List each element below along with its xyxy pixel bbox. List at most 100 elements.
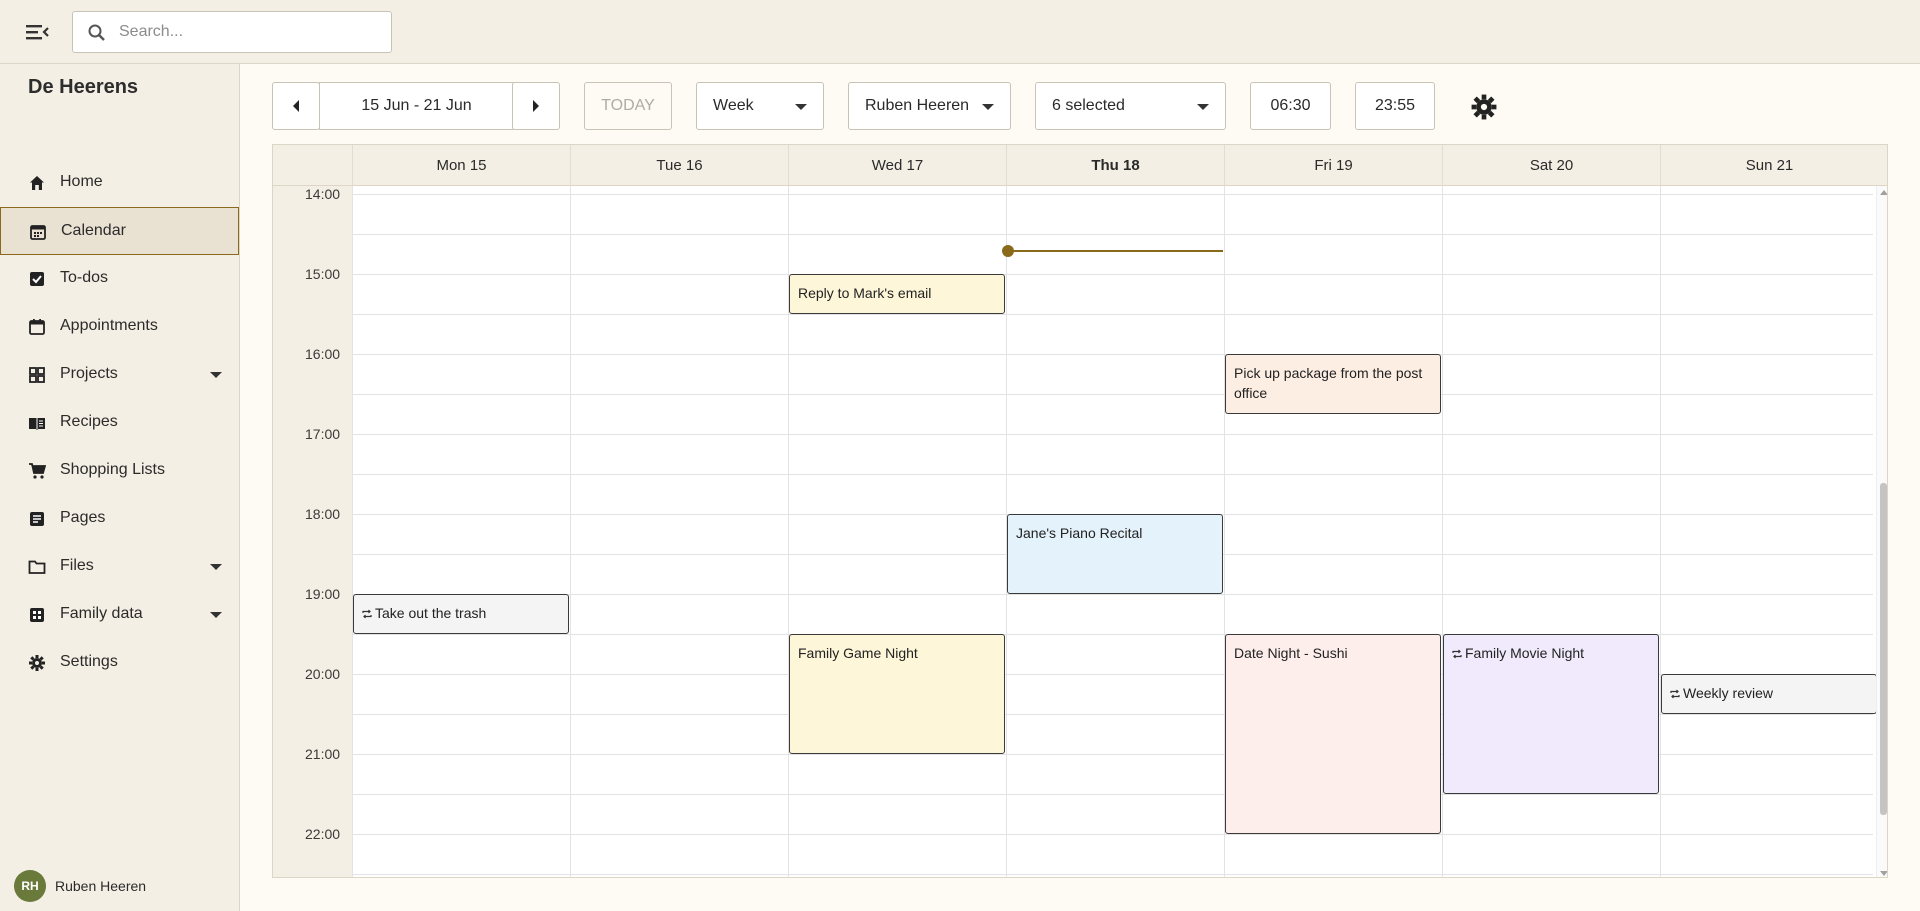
sidebar-item-files[interactable]: Files [0,543,239,591]
day-header-wed[interactable]: Wed 17 [788,145,1006,186]
person-select-value: Ruben Heeren [865,97,970,114]
chevron-down-icon[interactable] [210,564,222,570]
caret-left-icon [293,100,299,112]
date-range-display[interactable]: 15 Jun - 21 Jun [319,82,514,130]
search-box[interactable] [72,11,392,53]
grid-line [352,594,1873,595]
grid-line [352,874,1873,875]
sidebar-item-settings[interactable]: Settings [0,639,239,687]
calendar-event[interactable]: Jane's Piano Recital [1007,514,1223,594]
folder-icon [28,560,46,574]
sidebar-item-label: Appointments [60,317,158,334]
calendar-event[interactable]: Family Movie Night [1443,634,1659,794]
next-week-button[interactable] [512,82,560,130]
event-title: Family Game Night [798,645,918,661]
calendar-event[interactable]: Reply to Mark's email [789,274,1005,314]
grid-line [352,794,1873,795]
grid-line [352,834,1873,835]
grid-line [352,474,1873,475]
chevron-down-icon [982,104,994,110]
checkbox-icon [30,272,44,286]
day-header-mon[interactable]: Mon 15 [352,145,570,186]
sidebar-item-recipes[interactable]: Recipes [0,399,239,447]
home-icon [30,176,44,190]
grid-line [352,194,1873,195]
sidebar-item-family-data[interactable]: Family data [0,591,239,639]
user-profile[interactable]: RH Ruben Heeren [14,870,146,902]
user-name: Ruben Heeren [55,878,147,894]
current-time-indicator [1007,250,1223,252]
scroll-thumb[interactable] [1880,483,1887,815]
sidebar-item-label: Calendar [61,222,126,239]
grid-line [352,434,1873,435]
sidebar-item-label: Pages [60,509,106,526]
calendar-event[interactable]: Date Night - Sushi [1225,634,1441,834]
sidebar-item-label: Shopping Lists [60,461,165,478]
sidebar-item-home[interactable]: Home [0,159,239,207]
chevron-down-icon[interactable] [210,612,222,618]
time-label: 22:00 [305,826,341,842]
today-button[interactable]: TODAY [584,82,672,130]
grid-line [352,274,1873,275]
event-title: Take out the trash [375,605,487,621]
gear-icon [1471,94,1497,120]
day-header-thu[interactable]: Thu 18 [1006,145,1224,186]
sidebar-item-projects[interactable]: Projects [0,351,239,399]
previous-week-button[interactable] [272,82,320,130]
view-select[interactable]: Week [696,82,824,130]
collapse-menu-icon[interactable] [24,20,50,44]
calendar-grid[interactable]: 14:00 15:00 16:00 17:00 18:00 19:00 20:0… [273,186,1887,877]
repeat-icon [1452,644,1462,664]
book-icon [29,418,45,430]
day-header-sun[interactable]: Sun 21 [1660,145,1878,186]
calendar-event[interactable]: Take out the trash [353,594,569,634]
person-select[interactable]: Ruben Heeren [848,82,1011,130]
repeat-icon [362,604,372,624]
top-bar [0,0,1920,64]
time-label: 17:00 [305,426,341,442]
calendar-blank-icon [29,319,45,335]
calendar-event[interactable]: Pick up package from the post office [1225,354,1441,414]
sidebar-item-label: To-dos [60,269,109,286]
sidebar-item-todos[interactable]: To-dos [0,255,239,303]
start-time-input[interactable]: 06:30 [1250,82,1331,130]
sidebar-item-appointments[interactable]: Appointments [0,303,239,351]
time-label: 14:00 [305,186,341,202]
calendar-settings-button[interactable] [1470,93,1498,121]
chevron-down-icon[interactable] [210,372,222,378]
time-gutter: 14:00 15:00 16:00 17:00 18:00 19:00 20:0… [273,186,352,877]
calendars-select[interactable]: 6 selected [1035,82,1226,130]
chevron-down-icon [795,104,807,110]
day-header-tue[interactable]: Tue 16 [570,145,788,186]
day-header-fri[interactable]: Fri 19 [1224,145,1442,186]
calendar-event[interactable]: Weekly review [1661,674,1877,714]
end-time-input[interactable]: 23:55 [1355,82,1435,130]
sidebar-item-label: Family data [60,605,143,622]
chevron-down-icon [1197,104,1209,110]
column-line [352,186,353,877]
grid-line [352,354,1873,355]
calendar-scrollbar[interactable] [1876,186,1887,877]
time-label: 18:00 [305,506,341,522]
day-header-sat[interactable]: Sat 20 [1442,145,1660,186]
scroll-up-icon[interactable] [1880,190,1887,195]
view-select-value: Week [713,97,754,114]
sidebar-item-calendar[interactable]: Calendar [0,207,239,255]
search-input[interactable] [119,20,379,44]
sidebar-item-label: Projects [60,365,118,382]
scroll-down-icon[interactable] [1880,871,1887,876]
grid-line [352,394,1873,395]
grid-line [352,314,1873,315]
time-label: 16:00 [305,346,341,362]
event-title: Date Night - Sushi [1234,645,1348,661]
sidebar-item-shopping-lists[interactable]: Shopping Lists [0,447,239,495]
grid-icon [29,367,45,383]
sidebar-item-pages[interactable]: Pages [0,495,239,543]
calendar-event[interactable]: Family Game Night [789,634,1005,754]
document-icon [30,512,44,526]
calendar-header: Mon 15 Tue 16 Wed 17 Thu 18 Fri 19 Sat 2… [273,145,1887,186]
data-grid-icon [30,608,44,622]
column-line [1660,186,1661,877]
event-title: Family Movie Night [1465,645,1585,661]
sidebar-item-label: Home [60,173,103,190]
